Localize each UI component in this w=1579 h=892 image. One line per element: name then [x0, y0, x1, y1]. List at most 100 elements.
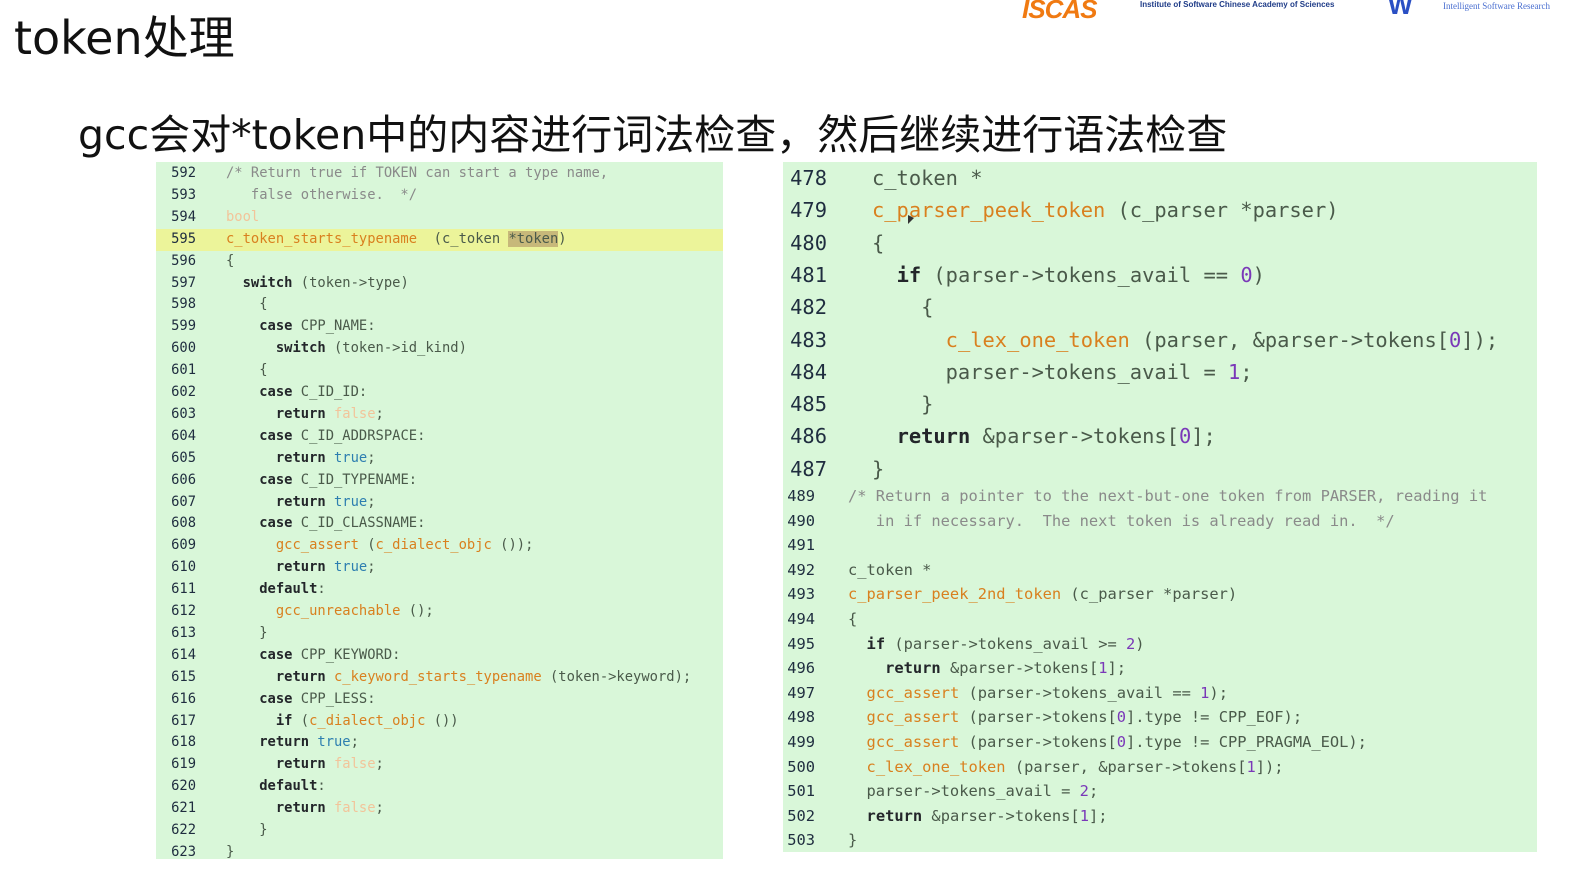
code-token: gcc_unreachable — [275, 603, 401, 619]
code-text: } — [226, 623, 267, 645]
line-number: 500 — [787, 757, 815, 776]
code-token: (token->id_kind) — [325, 340, 467, 357]
code-token: (parser, &parser->tokens[ — [1129, 327, 1450, 352]
code-token: return — [259, 734, 310, 751]
code-token: true — [334, 449, 368, 466]
code-token: { — [226, 252, 235, 269]
line-number: 613 — [171, 624, 196, 641]
code-token: 0 — [1178, 424, 1192, 449]
code-token: in if necessary. The next token is alrea… — [848, 511, 1395, 530]
line-number: 601 — [171, 362, 196, 379]
code-token: c_parser_peek_token — [872, 198, 1106, 223]
code-token: { — [872, 295, 934, 320]
line-number: 623 — [171, 843, 196, 859]
code-token: false otherwise. */ — [226, 186, 418, 203]
code-text: switch (token->type) — [226, 273, 409, 295]
code-token: return — [275, 449, 326, 466]
iscas-logo: ISCAS — [1022, 0, 1097, 24]
line-number: 608 — [171, 515, 196, 532]
code-text: } — [226, 820, 267, 842]
code-text: gcc_unreachable (); — [226, 601, 434, 623]
code-line: 480 { — [783, 227, 1537, 259]
code-token: 1 — [1228, 359, 1241, 384]
code-token: ); — [1209, 683, 1238, 702]
code-line: 616 case CPP_LESS: — [156, 689, 723, 711]
code-token: (c_parser *parser) — [1105, 198, 1339, 223]
code-text: return &parser->tokens[0]; — [872, 420, 1216, 452]
code-token: c_token_starts_typename — [226, 230, 418, 247]
line-number: 498 — [787, 708, 815, 727]
code-token: } — [848, 831, 858, 850]
code-text: case CPP_LESS: — [226, 689, 375, 711]
code-line: 484 parser->tokens_avail = 1; — [783, 356, 1537, 388]
code-token: c_dialect_objc — [375, 537, 492, 554]
code-text: case CPP_NAME: — [226, 316, 375, 338]
code-line: 487} — [783, 453, 1537, 485]
code-line: 496 return &parser->tokens[1]; — [783, 656, 1537, 681]
code-token: 2 — [1126, 634, 1136, 653]
code-token: ]); — [1255, 757, 1284, 776]
code-token: { — [226, 362, 268, 379]
code-token: return — [866, 806, 923, 825]
code-line: 609 gcc_assert (c_dialect_objc ()); — [156, 535, 723, 557]
code-token: (parser, &parser->tokens[ — [1005, 757, 1247, 776]
code-token: parser->tokens_avail = — [848, 782, 1080, 801]
line-number: 615 — [171, 668, 196, 685]
code-token: c_parser_peek_2nd_token — [848, 585, 1062, 604]
code-token: gcc_assert — [866, 708, 960, 727]
code-token: c_keyword_starts_typename — [334, 668, 542, 685]
line-number: 621 — [171, 800, 196, 817]
code-token: case — [259, 318, 293, 335]
code-token: ; — [1240, 359, 1253, 384]
isr-logo-caption: Intelligent Software Research — [1443, 1, 1550, 11]
code-token: default — [259, 581, 318, 598]
code-line: 593 false otherwise. */ — [156, 185, 723, 207]
line-number: 603 — [171, 405, 196, 422]
code-token: return — [275, 493, 326, 510]
code-token: &parser->tokens[ — [922, 806, 1080, 825]
code-line: 623} — [156, 842, 723, 859]
code-line: 619 return false; — [156, 754, 723, 776]
code-token: true — [334, 493, 368, 510]
code-line: 502 return &parser->tokens[1]; — [783, 804, 1537, 829]
line-number: 593 — [171, 186, 196, 203]
code-token: case — [259, 646, 293, 663]
code-token: ()); — [491, 537, 534, 554]
line-number: 501 — [787, 782, 815, 801]
code-text: gcc_assert (c_dialect_objc ()); — [226, 535, 534, 557]
code-line: 486 return &parser->tokens[0]; — [783, 420, 1537, 452]
line-number: 592 — [171, 165, 196, 181]
line-number: 486 — [790, 424, 827, 449]
code-text: default: — [226, 776, 325, 798]
code-text: return c_keyword_starts_typename (token-… — [226, 667, 691, 689]
code-token: 1 — [1079, 806, 1089, 825]
code-token: c_dialect_objc — [309, 712, 426, 729]
code-text: return false; — [226, 754, 384, 776]
code-token: C_ID_ID: — [292, 384, 368, 400]
line-number: 494 — [787, 610, 815, 628]
code-text: case C_ID_ID: — [226, 382, 367, 404]
line-number: 604 — [171, 427, 196, 444]
code-token: ( — [292, 712, 310, 729]
code-text: /* Return a pointer to the next-but-one … — [848, 484, 1487, 509]
code-line: 611 default: — [156, 579, 723, 601]
code-text: /* Return true if TOKEN can start a type… — [226, 163, 608, 185]
line-number: 599 — [171, 318, 196, 335]
code-token: true — [317, 734, 351, 751]
code-line: 608 case C_ID_CLASSNAME: — [156, 513, 723, 535]
code-token: ]; — [1088, 806, 1108, 825]
code-token: ( — [358, 537, 376, 554]
